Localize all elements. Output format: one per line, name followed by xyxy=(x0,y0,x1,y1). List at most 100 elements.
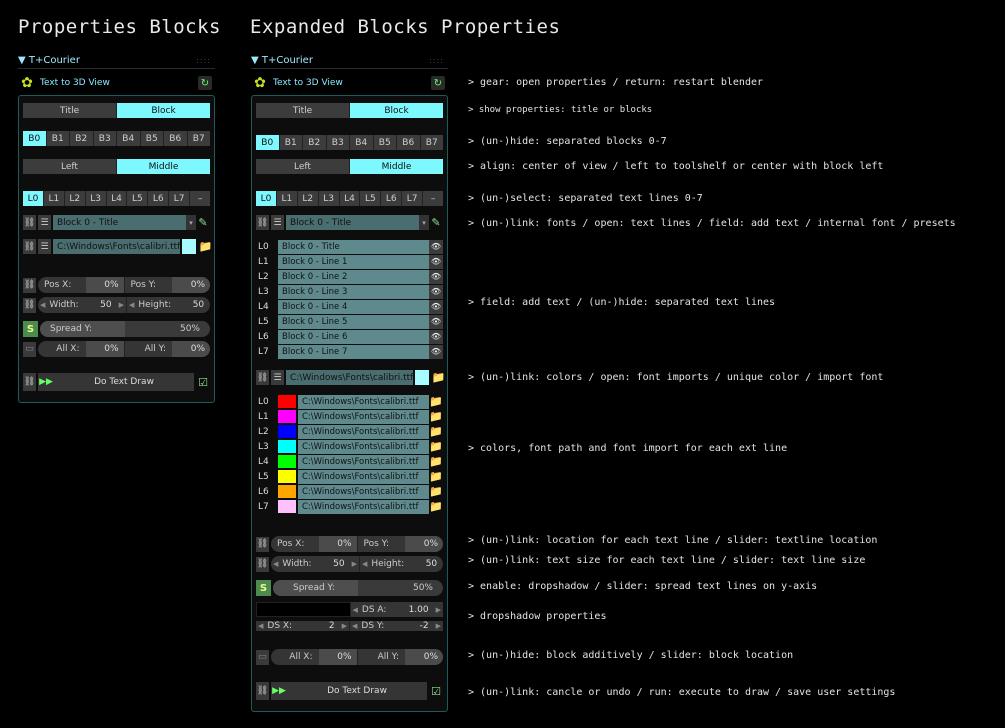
line-font-path-field[interactable]: C:\Windows\Fonts\calibri.ttf xyxy=(298,439,429,454)
link-icon[interactable]: ⛓ xyxy=(23,215,36,230)
block-b3[interactable]: B3 xyxy=(93,131,117,146)
line-l6[interactable]: L6 xyxy=(381,191,403,206)
color-swatch[interactable] xyxy=(415,370,430,385)
hide-block-icon[interactable]: ▭ xyxy=(256,649,269,665)
line-font-path-field[interactable]: C:\Windows\Fonts\calibri.ttf xyxy=(298,499,429,514)
increment-arrow-icon[interactable]: ▶ xyxy=(434,606,443,614)
decrement-arrow-icon[interactable]: ◀ xyxy=(350,622,359,630)
increment-arrow-icon[interactable]: ▶ xyxy=(442,560,443,568)
title-tab[interactable]: Title xyxy=(23,103,117,118)
link-icon[interactable]: ⛓ xyxy=(23,239,36,254)
block-b0[interactable]: B0 xyxy=(256,135,280,150)
gear-icon[interactable]: ✿ xyxy=(253,75,267,91)
restart-icon[interactable]: ↻ xyxy=(431,76,445,90)
chevron-down-icon[interactable]: ▾ xyxy=(419,215,429,230)
pos-y-slider[interactable]: 0% xyxy=(405,536,443,552)
spread-y-slider[interactable]: Spread Y: 50% xyxy=(40,321,210,337)
eye-icon[interactable]: 👁 xyxy=(429,239,443,254)
all-y-slider[interactable]: 0% xyxy=(405,649,443,665)
increment-arrow-icon[interactable]: ▶ xyxy=(340,622,349,630)
block-b2[interactable]: B2 xyxy=(303,135,327,150)
line-l4[interactable]: L4 xyxy=(106,191,128,206)
block-b1[interactable]: B1 xyxy=(46,131,70,146)
eye-icon[interactable]: 👁 xyxy=(429,299,443,314)
line-l7[interactable]: L7 xyxy=(402,191,424,206)
text-line-field[interactable]: Block 0 - Line 4 xyxy=(278,299,429,314)
save-settings-icon[interactable]: ☑ xyxy=(429,682,443,700)
grip-icon[interactable]: :::: xyxy=(429,56,444,65)
line-color-swatch[interactable] xyxy=(278,425,296,438)
preset-icon[interactable]: ✎ xyxy=(429,215,443,230)
line-l2[interactable]: L2 xyxy=(64,191,86,206)
block-b6[interactable]: B6 xyxy=(397,135,421,150)
ds-y-field[interactable]: -2 xyxy=(395,621,434,631)
eye-icon[interactable]: 👁 xyxy=(429,344,443,359)
line-color-swatch[interactable] xyxy=(278,440,296,453)
ds-x-field[interactable]: 2 xyxy=(301,621,340,631)
folder-icon[interactable]: 📁 xyxy=(429,484,443,499)
menu-icon[interactable]: ☰ xyxy=(38,215,51,230)
link-icon[interactable]: ⛓ xyxy=(256,536,269,552)
height-field[interactable]: 50 xyxy=(404,556,443,572)
block-b1[interactable]: B1 xyxy=(279,135,303,150)
link-icon[interactable]: ⛓ xyxy=(256,556,269,572)
panel-header[interactable]: ▼ T+Courier:::: xyxy=(18,52,215,69)
block-b4[interactable]: B4 xyxy=(117,131,141,146)
decrement-arrow-icon[interactable]: ◀ xyxy=(360,560,369,568)
folder-icon[interactable]: 📁 xyxy=(429,499,443,514)
line-color-swatch[interactable] xyxy=(278,455,296,468)
block-tab[interactable]: Block xyxy=(117,103,210,118)
folder-icon[interactable]: 📁 xyxy=(429,394,443,409)
folder-icon[interactable]: 📁 xyxy=(198,239,212,254)
preset-icon[interactable]: ✎ xyxy=(196,215,210,230)
line-l0[interactable]: L0 xyxy=(256,191,277,206)
menu-icon[interactable]: ☰ xyxy=(38,239,51,254)
chevron-down-icon[interactable]: ▾ xyxy=(186,215,196,230)
line-l5[interactable]: L5 xyxy=(127,191,149,206)
line-l1[interactable]: L1 xyxy=(276,191,298,206)
font-path-field[interactable]: C:\Windows\Fonts\calibri.ttf xyxy=(53,239,181,254)
panel-header[interactable]: ▼ T+Courier:::: xyxy=(251,52,448,69)
line-l7[interactable]: L7 xyxy=(169,191,191,206)
align-middle[interactable]: Middle xyxy=(117,159,210,174)
text-line-field[interactable]: Block 0 - Title xyxy=(278,239,429,254)
block-b7[interactable]: B7 xyxy=(187,131,210,146)
increment-arrow-icon[interactable]: ▶ xyxy=(209,301,210,309)
pos-y-slider[interactable]: 0% xyxy=(172,277,210,293)
line-color-swatch[interactable] xyxy=(278,485,296,498)
align-left[interactable]: Left xyxy=(256,159,350,174)
link-icon[interactable]: ⛓ xyxy=(256,370,269,385)
block-b6[interactable]: B6 xyxy=(164,131,188,146)
line-font-path-field[interactable]: C:\Windows\Fonts\calibri.ttf xyxy=(298,424,429,439)
line-more[interactable]: – xyxy=(190,191,211,206)
do-text-draw-button[interactable]: ▶▶ Do Text Draw xyxy=(38,373,194,391)
all-y-slider[interactable]: 0% xyxy=(172,341,210,357)
title-tab[interactable]: Title xyxy=(256,103,350,118)
pos-x-slider[interactable]: 0% xyxy=(85,277,124,293)
increment-arrow-icon[interactable]: ▶ xyxy=(350,560,359,568)
link-icon[interactable]: ⛓ xyxy=(256,215,269,230)
save-settings-icon[interactable]: ☑ xyxy=(196,373,210,391)
text-line-field[interactable]: Block 0 - Line 6 xyxy=(278,329,429,344)
align-left[interactable]: Left xyxy=(23,159,117,174)
increment-arrow-icon[interactable]: ▶ xyxy=(117,301,126,309)
dropshadow-color-swatch[interactable] xyxy=(256,602,351,617)
dropshadow-toggle-icon[interactable]: S xyxy=(256,580,271,596)
all-x-slider[interactable]: 0% xyxy=(318,649,357,665)
line-font-path-field[interactable]: C:\Windows\Fonts\calibri.ttf xyxy=(298,484,429,499)
line-l5[interactable]: L5 xyxy=(360,191,382,206)
folder-icon[interactable]: 📁 xyxy=(429,454,443,469)
line-l0[interactable]: L0 xyxy=(23,191,44,206)
increment-arrow-icon[interactable]: ▶ xyxy=(434,622,443,630)
link-icon[interactable]: ⛓ xyxy=(23,277,36,293)
block-b0[interactable]: B0 xyxy=(23,131,47,146)
folder-icon[interactable]: 📁 xyxy=(429,439,443,454)
spread-y-slider[interactable]: Spread Y: 50% xyxy=(273,580,443,596)
line-l4[interactable]: L4 xyxy=(339,191,361,206)
eye-icon[interactable]: 👁 xyxy=(429,314,443,329)
dropshadow-toggle-icon[interactable]: S xyxy=(23,321,38,337)
block-b5[interactable]: B5 xyxy=(140,131,164,146)
line-l6[interactable]: L6 xyxy=(148,191,170,206)
color-swatch[interactable] xyxy=(182,239,197,254)
decrement-arrow-icon[interactable]: ◀ xyxy=(38,301,47,309)
